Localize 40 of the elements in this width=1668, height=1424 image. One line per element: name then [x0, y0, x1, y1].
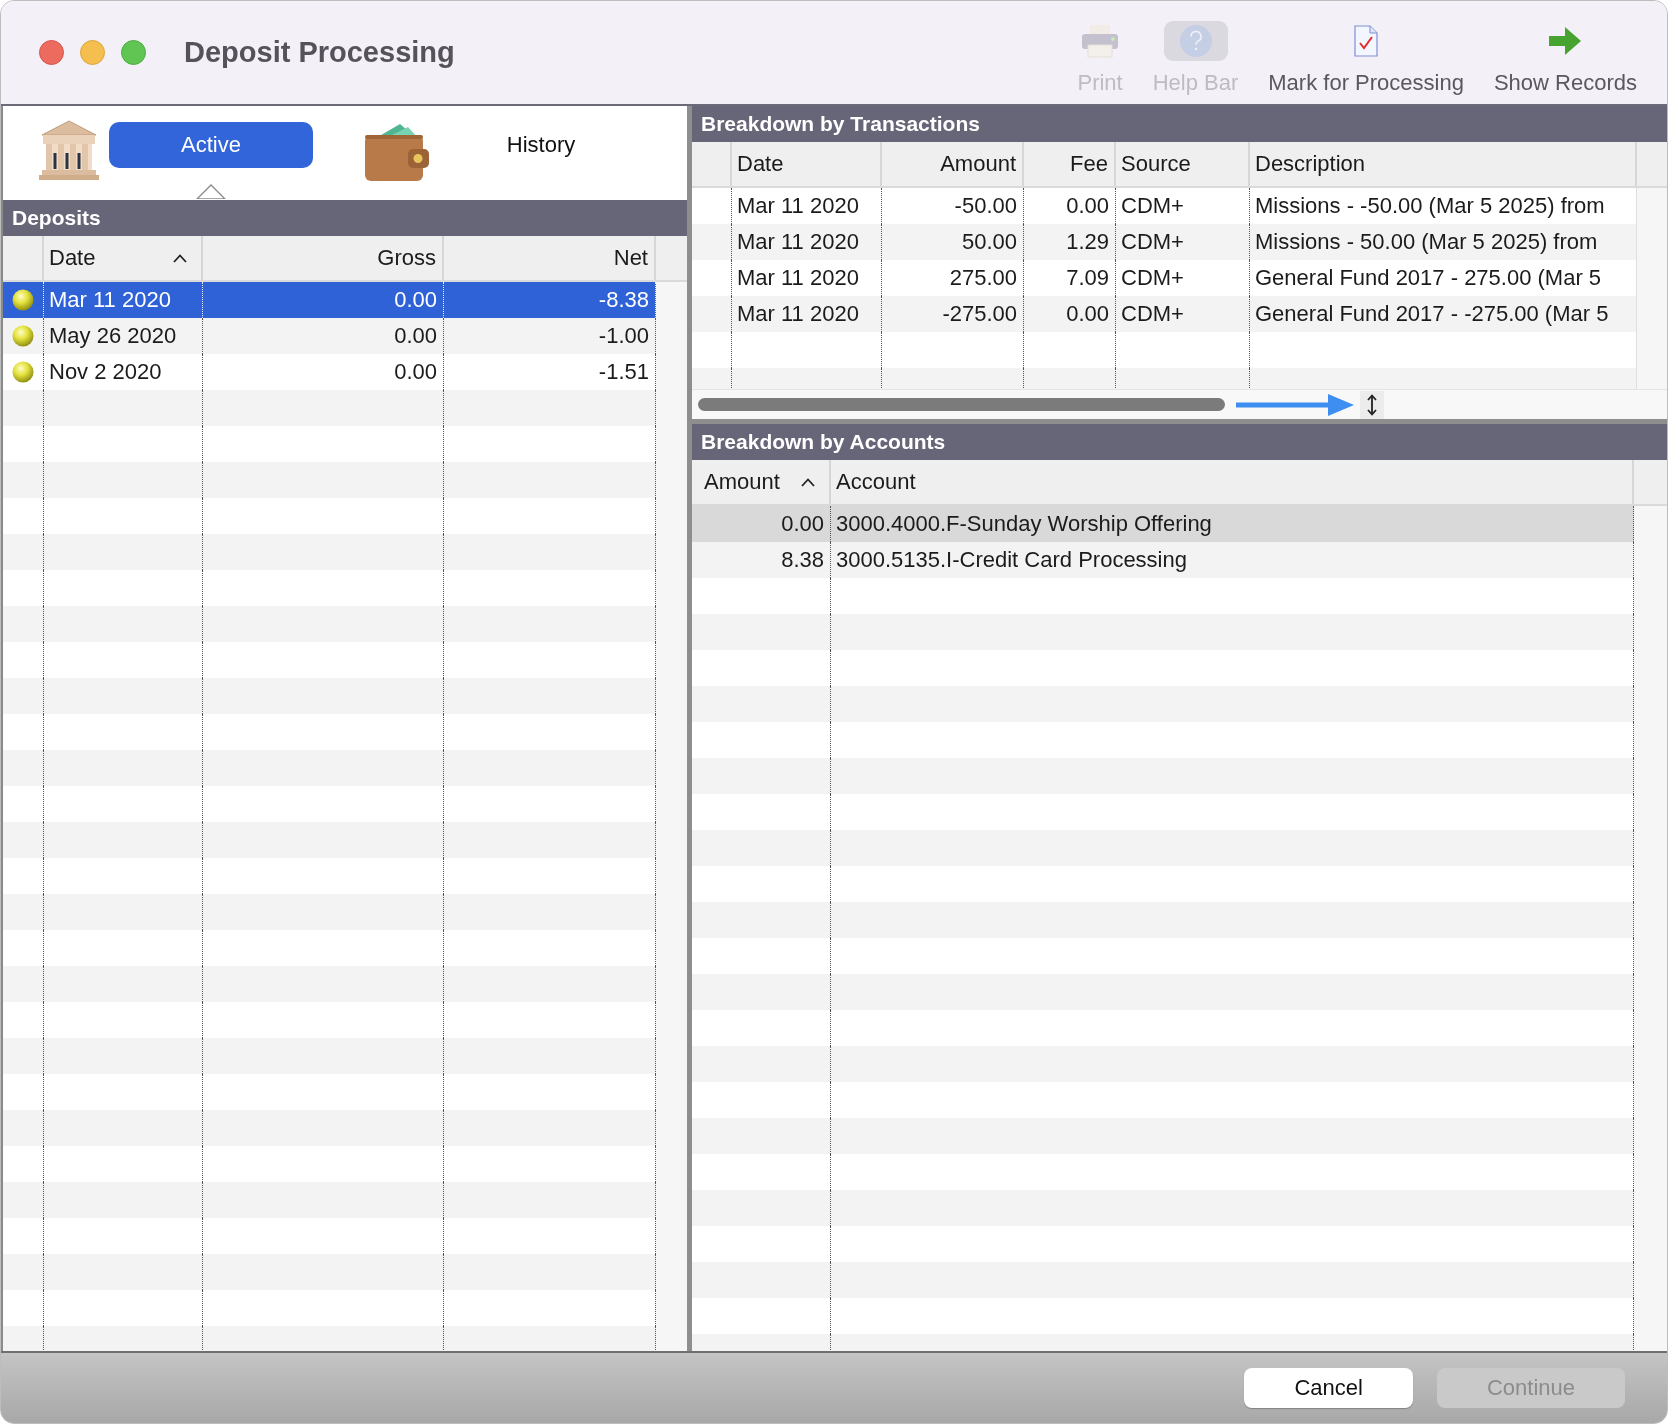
- toolbar-button[interactable]: Mark for Processing: [1268, 1, 1464, 104]
- toolbar-button[interactable]: Show Records: [1493, 1, 1637, 104]
- resize-handle-icon[interactable]: [1360, 390, 1384, 419]
- table-row[interactable]: Mar 11 2020 0.00 -8.38: [3, 282, 656, 318]
- document-check-icon: [1354, 25, 1379, 57]
- column-header[interactable]: Date: [44, 236, 203, 280]
- annotation-arrow-icon: [1236, 392, 1354, 417]
- cancel-button[interactable]: Cancel: [1244, 1368, 1413, 1408]
- table-row[interactable]: Nov 2 2020 0.00 -1.51: [3, 354, 656, 390]
- column-header[interactable]: Amount: [692, 460, 831, 504]
- column-header[interactable]: Gross: [203, 236, 444, 280]
- section-header: Deposits: [3, 200, 687, 236]
- close-icon[interactable]: [39, 40, 64, 65]
- printer-icon: [1081, 24, 1120, 58]
- column-header[interactable]: Description: [1250, 142, 1637, 186]
- help-icon: [1163, 21, 1228, 61]
- tab[interactable]: History: [441, 122, 641, 168]
- table-row[interactable]: Mar 11 2020 -50.00 0.00 CDM+ Missions - -50.00 (Mar 5 2025) from: [692, 188, 1637, 224]
- table-row[interactable]: Mar 11 2020 275.00 7.09 CDM+ General Fund 2017 - 275.00 (Mar 5: [692, 260, 1637, 296]
- column-header[interactable]: Net: [444, 236, 656, 280]
- column-header[interactable]: Date: [732, 142, 882, 186]
- column-header[interactable]: Account: [831, 460, 1634, 504]
- selection-pointer-icon: [196, 184, 226, 199]
- column-header[interactable]: Amount: [882, 142, 1024, 186]
- section-header: Breakdown by Transactions: [692, 106, 1667, 142]
- status-ball-icon: [11, 289, 34, 311]
- status-ball-icon: [11, 325, 34, 347]
- status-ball-icon: [11, 361, 34, 383]
- maximize-icon[interactable]: [121, 40, 146, 65]
- section-header: Breakdown by Accounts: [692, 424, 1667, 460]
- scrollbar-thumb[interactable]: [698, 398, 1225, 411]
- window-title: Deposit Processing: [184, 36, 455, 69]
- table-row[interactable]: 0.00 3000.4000.F-Sunday Worship Offering: [692, 506, 1634, 542]
- column-header[interactable]: Fee: [1024, 142, 1116, 186]
- minimize-icon[interactable]: [80, 40, 105, 65]
- bank-icon: [38, 119, 100, 181]
- right-arrow-icon: [1549, 27, 1582, 55]
- column-header[interactable]: Source: [1116, 142, 1250, 186]
- tab[interactable]: Active: [109, 122, 313, 168]
- wallet-icon: [364, 122, 430, 182]
